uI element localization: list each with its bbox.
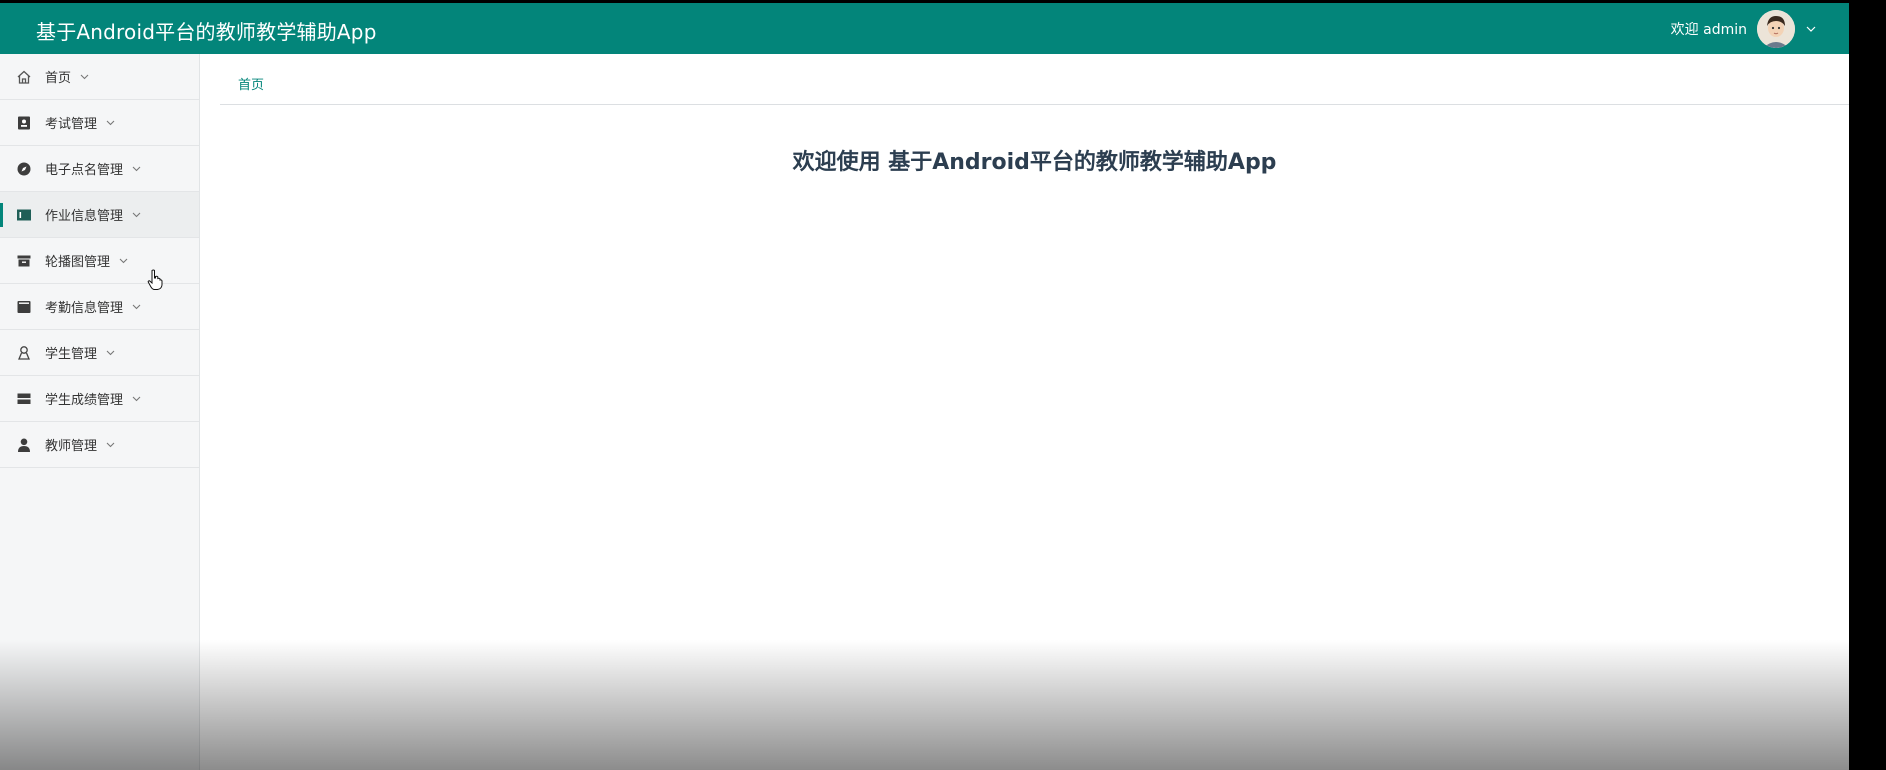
sidebar-item-teachers[interactable]: 教师管理	[0, 422, 199, 468]
compass-icon	[16, 161, 32, 177]
chevron-down-icon	[105, 118, 115, 128]
top-header: 基于Android平台的教师教学辅助App 欢迎 admin	[0, 3, 1849, 54]
sidebar-item-grades[interactable]: 学生成绩管理	[0, 376, 199, 422]
sidebar-item-label: 考试管理	[45, 117, 98, 132]
sidebar-item-label: 学生管理	[45, 347, 98, 362]
sidebar-item-students[interactable]: 学生管理	[0, 330, 199, 376]
sidebar-item-label: 学生成绩管理	[45, 393, 124, 408]
chevron-down-icon	[105, 348, 115, 358]
sidebar-item-roll-call[interactable]: 电子点名管理	[0, 146, 199, 192]
sidebar-item-exam[interactable]: 考试管理	[0, 100, 199, 146]
hand-cursor-icon	[147, 269, 163, 295]
page-title: 欢迎使用 基于Android平台的教师教学辅助App	[792, 150, 1277, 175]
attendance-icon	[16, 299, 32, 315]
sidebar-item-label: 电子点名管理	[45, 163, 124, 178]
sidebar-item-label: 教师管理	[45, 439, 98, 454]
sidebar-item-label: 首页	[45, 71, 72, 86]
chevron-down-icon	[79, 72, 89, 82]
chevron-down-icon	[131, 302, 141, 312]
breadcrumb[interactable]: 首页	[238, 74, 264, 93]
chevron-down-icon	[105, 440, 115, 450]
chevron-down-icon	[118, 256, 128, 266]
chevron-down-icon	[131, 394, 141, 404]
student-icon	[16, 345, 32, 361]
sidebar-menu: 首页 考试管理 电子点名管理 作业信息管理 轮播图管理 考勤信息管理 学生管理 …	[0, 54, 199, 468]
app-window: 基于Android平台的教师教学辅助App 欢迎 admin 首页 考试管理 电…	[0, 3, 1849, 770]
sidebar-item-carousel[interactable]: 轮播图管理	[0, 238, 199, 284]
welcome-user-text: 欢迎 admin	[1670, 22, 1747, 38]
sidebar-item-homework[interactable]: 作业信息管理	[0, 192, 199, 238]
sidebar: 首页 考试管理 电子点名管理 作业信息管理 轮播图管理 考勤信息管理 学生管理 …	[0, 54, 200, 770]
sidebar-item-home[interactable]: 首页	[0, 54, 199, 100]
chevron-down-icon[interactable]	[1805, 23, 1817, 35]
app-title: 基于Android平台的教师教学辅助App	[36, 20, 377, 44]
sidebar-item-attendance[interactable]: 考勤信息管理	[0, 284, 199, 330]
sidebar-item-label: 轮播图管理	[45, 255, 111, 270]
user-menu[interactable]: 欢迎 admin	[1671, 10, 1817, 48]
archive-icon	[16, 253, 32, 269]
home-icon	[16, 69, 32, 85]
main-content: 首页 欢迎使用 基于Android平台的教师教学辅助App	[220, 54, 1849, 770]
breadcrumb-divider	[220, 104, 1849, 105]
teacher-icon	[16, 437, 32, 453]
exam-icon	[16, 115, 32, 131]
sidebar-item-label: 考勤信息管理	[45, 301, 124, 316]
sidebar-item-label: 作业信息管理	[45, 209, 124, 224]
chevron-down-icon	[131, 210, 141, 220]
chevron-down-icon	[131, 164, 141, 174]
grades-icon	[16, 391, 32, 407]
avatar[interactable]	[1757, 10, 1795, 48]
homework-icon	[16, 207, 32, 223]
